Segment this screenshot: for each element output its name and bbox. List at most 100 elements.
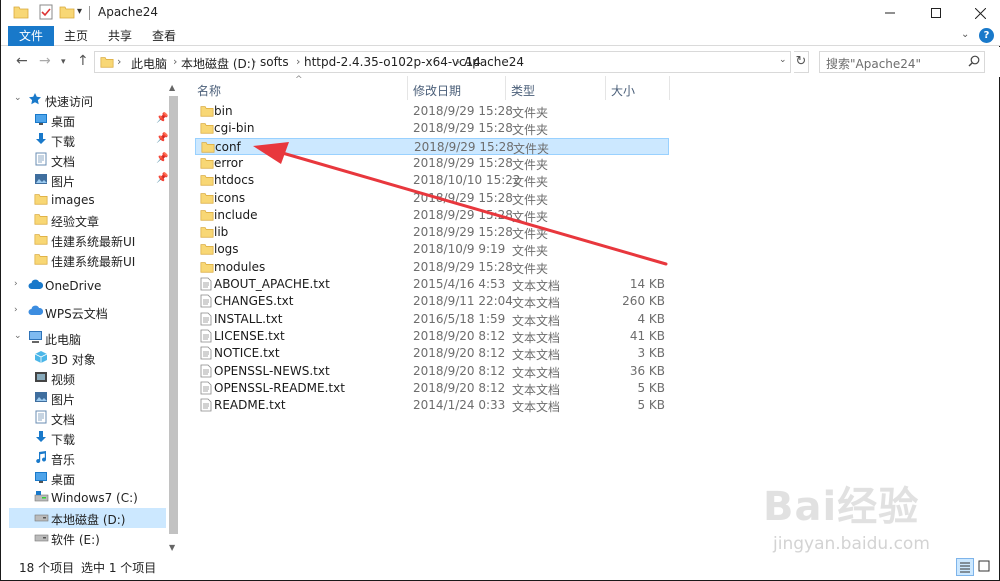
- column-header-name[interactable]: 名称: [197, 82, 221, 99]
- nav-item-label: 软件 (E:): [51, 533, 100, 547]
- breadcrumb-drive-d[interactable]: 本地磁盘 (D:): [181, 55, 255, 72]
- file-type: 文本文档: [512, 279, 561, 293]
- chevron-down-icon[interactable]: ⌄: [961, 29, 969, 40]
- music-icon: [34, 450, 48, 467]
- search-icon[interactable]: [968, 55, 980, 70]
- nav-item-music[interactable]: 音乐: [9, 448, 169, 468]
- nav-item-drive-d[interactable]: 本地磁盘 (D:): [9, 508, 166, 528]
- file-type: 文本文档: [512, 365, 561, 380]
- file-name: cgi-bin: [214, 121, 255, 136]
- file-size: 260 KB: [622, 294, 665, 309]
- desktop-icon: [34, 470, 48, 487]
- nav-item-articles[interactable]: 经验文章: [9, 210, 169, 230]
- file-row[interactable]: LICENSE.txt 2018/9/20 8:12 文本文档 41 KB: [195, 328, 669, 345]
- nav-pane-scrollbar[interactable]: ▲ ▼: [167, 83, 179, 556]
- customize-quick-access-icon[interactable]: ▾: [77, 6, 82, 24]
- file-modified: 2015/4/16 4:53: [413, 277, 506, 291]
- tab-home[interactable]: 主页: [58, 26, 94, 46]
- column-divider[interactable]: [605, 76, 606, 100]
- tab-view[interactable]: 查看: [145, 26, 183, 46]
- nav-item-images[interactable]: images: [9, 190, 169, 210]
- file-size: 5 KB: [637, 380, 665, 395]
- nav-item-label: 下载: [51, 135, 76, 149]
- nav-item-this-pc[interactable]: 此电脑: [9, 328, 169, 348]
- nav-item-downloads[interactable]: 下载 📌: [9, 130, 169, 150]
- breadcrumb-separator-icon[interactable]: ›: [252, 55, 256, 68]
- file-name: NOTICE.txt: [214, 346, 280, 361]
- breadcrumb-separator-icon[interactable]: ›: [173, 55, 177, 68]
- chevron-up-icon[interactable]: ▲: [169, 83, 175, 92]
- file-name: logs: [214, 242, 239, 257]
- breadcrumb-separator-icon[interactable]: ›: [296, 55, 300, 68]
- nav-item-jiajian-ui-2[interactable]: 佳建系统最新UI: [9, 250, 169, 270]
- breadcrumb-separator-icon[interactable]: ›: [117, 55, 121, 68]
- tab-file[interactable]: 文件: [8, 26, 54, 46]
- up-arrow-icon[interactable]: ↑: [77, 53, 89, 69]
- tab-share[interactable]: 共享: [101, 26, 139, 46]
- nav-item-pictures-pc[interactable]: 图片: [9, 388, 169, 408]
- folder-icon: [34, 212, 48, 229]
- nav-item-wps-cloud[interactable]: WPS云文档: [9, 302, 169, 322]
- search-box[interactable]: 搜索"Apache24": [819, 51, 985, 73]
- text-file-icon: [200, 381, 212, 398]
- forward-arrow-icon[interactable]: →: [39, 53, 51, 69]
- back-arrow-icon[interactable]: ←: [16, 53, 28, 69]
- nav-item-jiajian-ui-1[interactable]: 佳建系统最新UI: [9, 230, 169, 250]
- nav-item-desktop[interactable]: 桌面 📌: [9, 110, 169, 130]
- refresh-icon[interactable]: ↻: [794, 51, 809, 73]
- nav-item-documents[interactable]: 文档 📌: [9, 150, 169, 170]
- nav-item-desktop-pc[interactable]: 桌面: [9, 468, 169, 488]
- nav-item-3d-objects[interactable]: 3D 对象: [9, 348, 169, 368]
- breadcrumb-this-pc[interactable]: 此电脑: [131, 55, 167, 72]
- documents-icon: [34, 410, 48, 427]
- nav-item-downloads-pc[interactable]: 下载: [9, 428, 169, 448]
- maximize-button[interactable]: [913, 0, 959, 26]
- file-row[interactable]: bin 2018/9/29 15:28 文件夹: [195, 103, 669, 120]
- help-icon[interactable]: ?: [979, 28, 994, 43]
- breadcrumb-softs[interactable]: softs: [260, 55, 289, 69]
- nav-item-drive-c[interactable]: Windows7 (C:): [9, 488, 169, 508]
- file-row[interactable]: CHANGES.txt 2018/9/11 22:04 文本文档 260 KB: [195, 293, 669, 310]
- column-divider[interactable]: [669, 76, 670, 100]
- breadcrumb-separator-icon[interactable]: ›: [456, 55, 460, 68]
- file-row[interactable]: ABOUT_APACHE.txt 2015/4/16 4:53 文本文档 14 KB: [195, 276, 669, 293]
- file-name: OPENSSL-NEWS.txt: [214, 363, 330, 378]
- file-row[interactable]: OPENSSL-NEWS.txt 2018/9/20 8:12 文本文档 36 KB: [195, 363, 669, 380]
- nav-item-quick-access[interactable]: 快速访问: [9, 90, 169, 110]
- address-bar[interactable]: › 此电脑 › 本地磁盘 (D:) › softs › httpd-2.4.35…: [94, 51, 791, 73]
- nav-item-documents-pc[interactable]: 文档: [9, 408, 169, 428]
- new-folder-icon[interactable]: [59, 4, 75, 22]
- column-header-type[interactable]: 类型: [511, 82, 535, 99]
- breadcrumb-httpd[interactable]: httpd-2.4.35-o102p-x64-vc14: [304, 55, 481, 69]
- file-row[interactable]: cgi-bin 2018/9/29 15:28 文件夹: [195, 120, 669, 137]
- text-file-icon: [200, 312, 212, 329]
- folder-icon: [100, 55, 114, 72]
- file-row[interactable]: OPENSSL-README.txt 2018/9/20 8:12 文本文档 5 KB: [195, 380, 669, 397]
- folder-icon: [200, 104, 214, 121]
- column-divider[interactable]: [505, 76, 506, 100]
- file-row[interactable]: README.txt 2014/1/24 0:33 文本文档 5 KB: [195, 397, 669, 414]
- nav-item-drive-e[interactable]: 软件 (E:): [9, 528, 169, 548]
- nav-item-onedrive[interactable]: OneDrive: [9, 276, 169, 296]
- properties-icon[interactable]: [39, 4, 53, 22]
- file-row[interactable]: INSTALL.txt 2016/5/18 1:59 文本文档 4 KB: [195, 311, 669, 328]
- chevron-down-icon[interactable]: ▼: [169, 543, 175, 552]
- scrollbar-thumb[interactable]: [169, 96, 178, 534]
- column-divider[interactable]: [407, 76, 408, 100]
- address-dropdown-icon[interactable]: ⌄: [779, 55, 787, 65]
- cloud-icon: [28, 278, 44, 295]
- close-button[interactable]: [957, 0, 1000, 26]
- recent-locations-icon[interactable]: ▾: [61, 57, 66, 67]
- ribbon-tabs: 文件 主页 共享 查看 ⌄ ?: [1, 26, 1000, 46]
- nav-item-videos[interactable]: 视频: [9, 368, 169, 388]
- file-type: 文本文档: [512, 400, 561, 415]
- wps-cloud-icon: [28, 304, 44, 321]
- column-header-size[interactable]: 大小: [611, 82, 635, 99]
- nav-item-label: 佳建系统最新UI: [51, 255, 136, 269]
- column-header-modified[interactable]: 修改日期: [413, 82, 461, 99]
- breadcrumb-apache24[interactable]: Apache24: [464, 55, 524, 69]
- nav-item-pictures[interactable]: 图片 📌: [9, 170, 169, 190]
- search-input[interactable]: 搜索"Apache24": [826, 55, 921, 72]
- minimize-button[interactable]: [867, 0, 913, 26]
- file-row[interactable]: NOTICE.txt 2018/9/20 8:12 文本文档 3 KB: [195, 345, 669, 362]
